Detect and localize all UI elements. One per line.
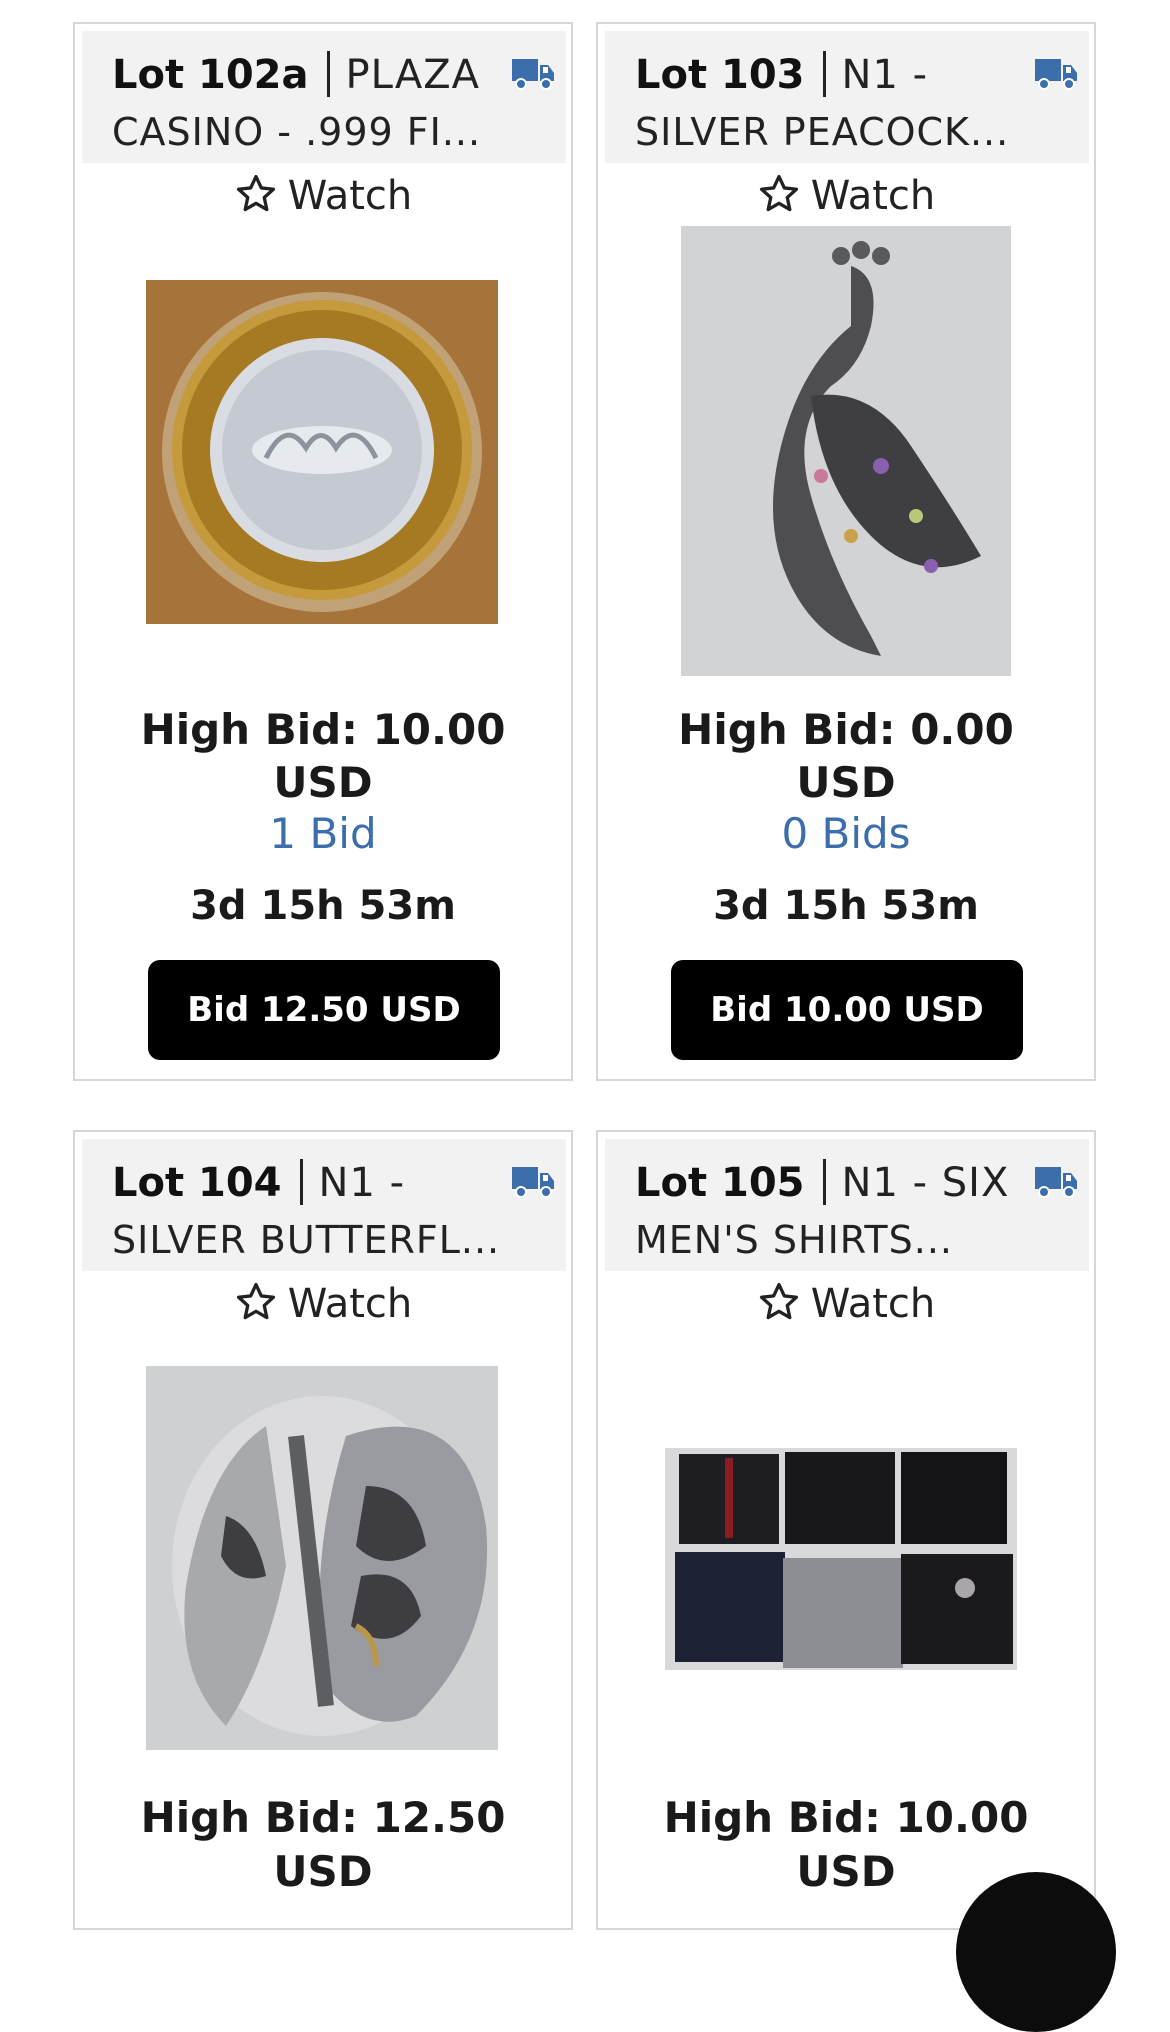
lot-number: Lot 102a [112,52,309,98]
high-bid-amount: High Bid: 12.50 [140,1793,506,1842]
lot-title-line1: N1 - [318,1160,406,1206]
lot-title-line2: MEN'S SHIRTS... [635,1218,953,1262]
divider [822,1159,826,1205]
lot-card[interactable]: Lot 104 N1 - SILVER BUTTERFL... Watch Hig… [73,1130,573,1930]
lot-title-line2: SILVER BUTTERFL... [112,1218,501,1262]
star-outline-icon [759,174,798,212]
lot-card[interactable]: Lot 102a PLAZA CASINO - .999 FI... Watch … [73,22,573,1081]
high-bid-currency: USD [273,1847,373,1896]
star-outline-icon [759,1282,798,1320]
bid-count-link[interactable]: 1 Bid [75,808,571,860]
divider [299,1159,303,1205]
lot-image[interactable] [146,280,498,624]
watch-label: Watch [810,173,936,219]
watch-label: Watch [287,1281,413,1327]
lot-header[interactable]: Lot 105 N1 - SIX MEN'S SHIRTS... [605,1139,1089,1271]
lot-title-line1: PLAZA [345,52,480,98]
casino-token-image [146,280,498,624]
lot-number: Lot 105 [635,1160,805,1206]
high-bid-amount: High Bid: 10.00 [663,1793,1029,1842]
lot-title-line2: SILVER PEACOCK... [635,110,1010,154]
high-bid-currency: USD [796,758,896,807]
lot-heading: Lot 102a PLAZA [112,45,512,105]
watch-toggle[interactable]: Watch [598,166,1094,226]
lot-card[interactable]: Lot 103 N1 - SILVER PEACOCK... Watch Hig… [596,22,1096,1081]
high-bid-amount: High Bid: 0.00 [678,705,1014,754]
butterfly-ring-image [146,1366,498,1750]
star-outline-icon [236,174,275,212]
mens-shirts-image [665,1448,1017,1670]
peacock-brooch-image [681,226,1011,676]
lot-heading: Lot 105 N1 - SIX [635,1153,1035,1213]
watch-toggle[interactable]: Watch [75,166,571,226]
lot-number: Lot 103 [635,52,805,98]
lot-card[interactable]: Lot 105 N1 - SIX MEN'S SHIRTS... Watch Hi… [596,1130,1096,1930]
lot-image[interactable] [681,226,1011,676]
watch-label: Watch [287,173,413,219]
lot-number: Lot 104 [112,1160,282,1206]
truck-icon [1035,59,1077,90]
lot-header[interactable]: Lot 103 N1 - SILVER PEACOCK... [605,31,1089,163]
lot-title-line2: CASINO - .999 FI... [112,110,482,154]
lot-image[interactable] [665,1448,1017,1670]
floating-action-button[interactable] [956,1872,1116,2032]
bid-count-link[interactable]: 0 Bids [598,808,1094,860]
lot-heading: Lot 104 N1 - [112,1153,512,1213]
watch-toggle[interactable]: Watch [598,1274,1094,1334]
lot-header[interactable]: Lot 104 N1 - SILVER BUTTERFL... [82,1139,566,1271]
watch-label: Watch [810,1281,936,1327]
high-bid-currency: USD [273,758,373,807]
lot-heading: Lot 103 N1 - [635,45,1035,105]
watch-toggle[interactable]: Watch [75,1274,571,1334]
truck-icon [512,59,554,90]
star-outline-icon [236,1282,275,1320]
lot-title-line1: N1 - [841,52,929,98]
truck-icon [1035,1167,1077,1198]
lot-header[interactable]: Lot 102a PLAZA CASINO - .999 FI... [82,31,566,163]
lot-title-line1: N1 - SIX [841,1160,1010,1206]
place-bid-button[interactable]: Bid 12.50 USD [148,960,500,1060]
place-bid-button[interactable]: Bid 10.00 USD [671,960,1023,1060]
high-bid-amount: High Bid: 10.00 [140,705,506,754]
time-remaining: 3d 15h 53m [190,883,456,929]
divider [326,51,330,97]
time-remaining: 3d 15h 53m [713,883,979,929]
truck-icon [512,1167,554,1198]
lot-image[interactable] [146,1366,498,1750]
divider [822,51,826,97]
